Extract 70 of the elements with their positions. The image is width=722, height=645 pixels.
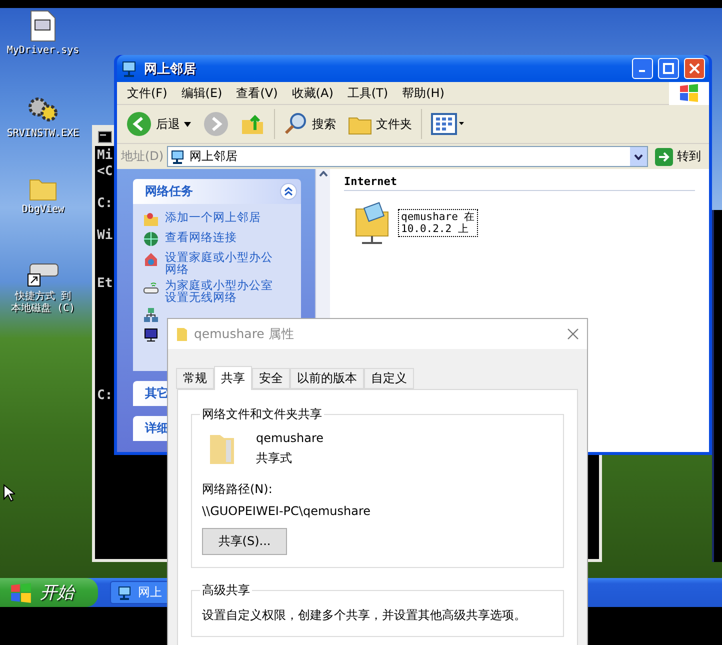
scroll-up-icon bbox=[318, 171, 328, 177]
chevron-down-icon bbox=[634, 154, 643, 160]
console-text: C: bbox=[97, 196, 113, 212]
share-item-label[interactable]: qemushare 在 10.0.2.2 上 bbox=[398, 209, 478, 237]
folder-icon bbox=[208, 432, 236, 466]
monitor-icon bbox=[143, 327, 159, 343]
folder-icon bbox=[176, 326, 188, 342]
close-button[interactable] bbox=[684, 58, 705, 79]
console-text: Et bbox=[97, 276, 113, 292]
address-label: 地址(D) bbox=[121, 148, 164, 165]
console-text: Mi bbox=[97, 148, 113, 164]
close-icon bbox=[689, 63, 700, 74]
task-link[interactable]: 为家庭或小型办公室 设置无线网络 bbox=[165, 279, 273, 303]
task-link[interactable]: 查看网络连接 bbox=[165, 231, 237, 243]
share-button[interactable]: 共享(S)... bbox=[202, 528, 287, 555]
tab[interactable]: 安全 bbox=[252, 368, 290, 389]
double-chevron-icon bbox=[284, 187, 293, 196]
search-button[interactable]: 搜索 bbox=[281, 112, 339, 136]
menu-item[interactable]: 编辑(E) bbox=[181, 84, 222, 102]
desktop-icon-label[interactable]: 快捷方式 到 本地磁盘 (C) bbox=[10, 291, 76, 315]
address-field[interactable]: 网上邻居 bbox=[166, 146, 648, 167]
menu-item[interactable]: 查看(V) bbox=[236, 84, 278, 102]
panel-header[interactable]: 网络任务 bbox=[133, 179, 301, 204]
tab[interactable]: 自定义 bbox=[364, 368, 414, 389]
folders-button[interactable]: 文件夹 bbox=[345, 113, 415, 135]
menu-item[interactable]: 工具(T) bbox=[347, 84, 388, 102]
console-icon bbox=[98, 131, 112, 143]
network-computers-icon bbox=[170, 148, 186, 164]
network-computers-icon bbox=[143, 307, 159, 323]
dropdown-button[interactable] bbox=[630, 147, 647, 166]
console-text: C: bbox=[97, 388, 113, 404]
group-title: 网络文件和文件夹共享 bbox=[201, 406, 323, 423]
group-title: 高级共享 bbox=[201, 582, 251, 599]
console-text: <C bbox=[97, 164, 113, 180]
close-icon[interactable] bbox=[567, 328, 579, 340]
window-title: 网上邻居 bbox=[144, 60, 197, 78]
maximize-button[interactable] bbox=[658, 58, 679, 79]
mouse-pointer-icon bbox=[3, 484, 15, 502]
task-link[interactable]: 设置家庭或小型办公 网络 bbox=[165, 251, 273, 275]
people-folder-icon bbox=[143, 211, 159, 227]
folder-name: qemushare bbox=[256, 431, 324, 445]
desktop-icon-label[interactable]: MyDriver.sys bbox=[6, 45, 80, 57]
back-button[interactable]: 后退 bbox=[123, 111, 194, 137]
menu-item[interactable]: 帮助(H) bbox=[402, 84, 444, 102]
tab[interactable]: 共享 bbox=[214, 366, 252, 390]
advanced-share-description: 设置自定义权限，创建多个共享，并设置其他高级共享选项。 bbox=[202, 607, 527, 624]
tab[interactable]: 以前的版本 bbox=[290, 368, 364, 389]
tab[interactable]: 常规 bbox=[176, 368, 214, 389]
folder-up-icon bbox=[241, 112, 265, 136]
maximize-icon bbox=[663, 63, 674, 74]
views-icon bbox=[431, 113, 465, 135]
group-header: Internet bbox=[344, 175, 695, 191]
menu-item[interactable]: 文件(F) bbox=[127, 84, 168, 102]
collapse-button[interactable] bbox=[280, 183, 297, 200]
network-computers-icon bbox=[117, 584, 133, 600]
console-text: Wi bbox=[97, 228, 113, 244]
globe-icon bbox=[143, 231, 159, 247]
minimize-button[interactable] bbox=[632, 58, 653, 79]
dialog-title: qemushare 属性 bbox=[194, 326, 296, 342]
menu-item[interactable]: 收藏(A) bbox=[292, 84, 334, 102]
network-path: \\GUOPEIWEI-PC\qemushare bbox=[202, 504, 372, 518]
search-icon bbox=[284, 112, 308, 136]
go-button[interactable]: 转到 bbox=[651, 148, 705, 166]
flag-logo-icon bbox=[679, 84, 699, 102]
task-link[interactable]: 添加一个网上邻居 bbox=[165, 211, 261, 223]
house-icon bbox=[143, 251, 159, 267]
share-status: 共享式 bbox=[256, 450, 293, 467]
document-icon bbox=[30, 10, 56, 42]
path-label: 网络路径(N): bbox=[202, 481, 274, 498]
flag-logo-icon bbox=[10, 582, 32, 602]
